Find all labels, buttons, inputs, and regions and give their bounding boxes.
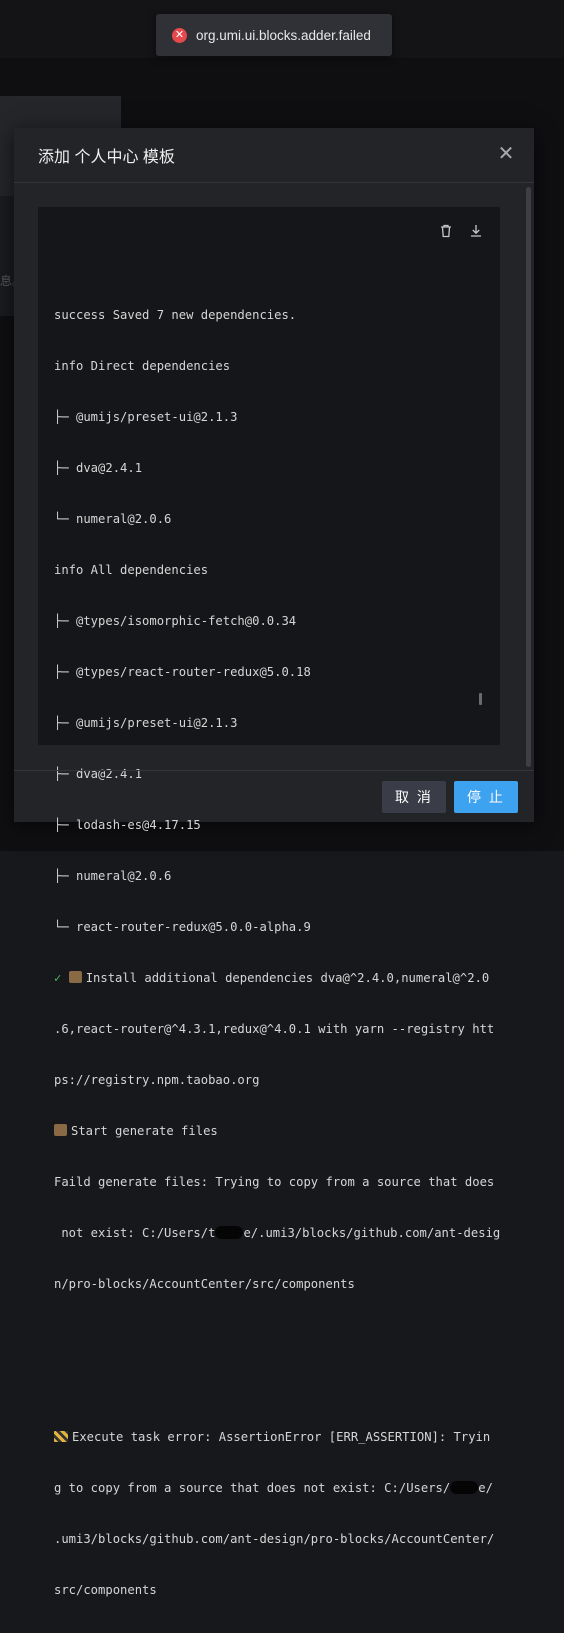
log-line-blank: [54, 1378, 478, 1395]
log-line: success Saved 7 new dependencies.: [54, 308, 297, 322]
log-line: ├─ @umijs/preset-ui@2.1.3: [54, 716, 238, 730]
stop-button[interactable]: 停 止: [454, 781, 518, 813]
checkmark-icon: ✓: [54, 971, 62, 985]
error-toast: ✕ org.umi.ui.blocks.adder.failed: [156, 14, 392, 56]
log-line: info Direct dependencies: [54, 359, 231, 373]
cancel-button[interactable]: 取 消: [382, 781, 446, 813]
path-end: e/: [478, 1481, 493, 1495]
log-line: info All dependencies: [54, 563, 209, 577]
package-icon: [54, 1124, 67, 1136]
log-line: ├─ numeral@2.0.6: [54, 869, 172, 883]
log-line: └─ numeral@2.0.6: [54, 512, 172, 526]
log-line: └─ react-router-redux@5.0.0-alpha.9: [54, 920, 311, 934]
log-line: ├─ @umijs/preset-ui@2.1.3: [54, 410, 238, 424]
terminal-actions: [438, 223, 484, 239]
error-circle-icon: ✕: [172, 27, 187, 43]
close-icon[interactable]: ✕: [496, 144, 516, 164]
redacted-username: [215, 1226, 244, 1239]
error-text: Execute task error: AssertionError [ERR_…: [72, 1430, 491, 1444]
add-template-modal: 添加 个人中心 模板 ✕ success Saved 7 new depende…: [14, 128, 534, 1597]
toast-message: org.umi.ui.blocks.adder.failed: [196, 27, 371, 43]
modal-footer: 取 消 停 止: [14, 770, 534, 822]
path-start: g to copy from a source that does not ex…: [54, 1481, 451, 1495]
modal-scrollbar[interactable]: [526, 187, 531, 767]
modal-title: 添加 个人中心 模板: [38, 149, 175, 166]
log-terminal: success Saved 7 new dependencies. info D…: [38, 207, 500, 1597]
log-line-generate: Start generate files: [54, 1123, 478, 1140]
path-start: not exist: C:/Users/t: [54, 1226, 216, 1240]
terminal-output: success Saved 7 new dependencies. info D…: [54, 273, 500, 1633]
log-line-path: g to copy from a source that does not ex…: [54, 1480, 493, 1497]
generate-text: Start generate files: [71, 1124, 218, 1138]
log-line: src/components: [54, 1583, 157, 1597]
clear-icon[interactable]: [438, 223, 454, 239]
log-line: ps://registry.npm.taobao.org: [54, 1073, 260, 1087]
modal-header: 添加 个人中心 模板 ✕: [14, 128, 534, 183]
warning-icon: [54, 1431, 68, 1442]
log-line-install: ✓ Install additional dependencies dva@^2…: [54, 970, 489, 987]
download-icon[interactable]: [468, 223, 484, 239]
log-line-error: Execute task error: AssertionError [ERR_…: [54, 1429, 490, 1446]
redacted-username: [450, 1481, 479, 1494]
install-text: Install additional dependencies dva@^2.4…: [85, 971, 490, 985]
log-line: .6,react-router@^4.3.1,redux@^4.0.1 with…: [54, 1022, 495, 1036]
package-icon: [68, 971, 82, 983]
log-line-blank: [54, 1327, 478, 1344]
log-line: n/pro-blocks/AccountCenter/src/component…: [54, 1277, 355, 1291]
modal-body: success Saved 7 new dependencies. info D…: [14, 183, 534, 1597]
log-line: Faild generate files: Trying to copy fro…: [54, 1175, 495, 1189]
log-line: .umi3/blocks/github.com/ant-design/pro-b…: [54, 1532, 495, 1546]
terminal-scroll-thumb[interactable]: [479, 693, 482, 705]
log-line: ├─ @types/isomorphic-fetch@0.0.34: [54, 614, 297, 628]
path-end: e/.umi3/blocks/github.com/ant-desig: [243, 1226, 501, 1240]
log-line: ├─ @types/react-router-redux@5.0.18: [54, 665, 311, 679]
log-line: ├─ dva@2.4.1: [54, 461, 143, 475]
log-line-path: not exist: C:/Users/t e/.umi3/blocks/gith…: [54, 1225, 500, 1242]
